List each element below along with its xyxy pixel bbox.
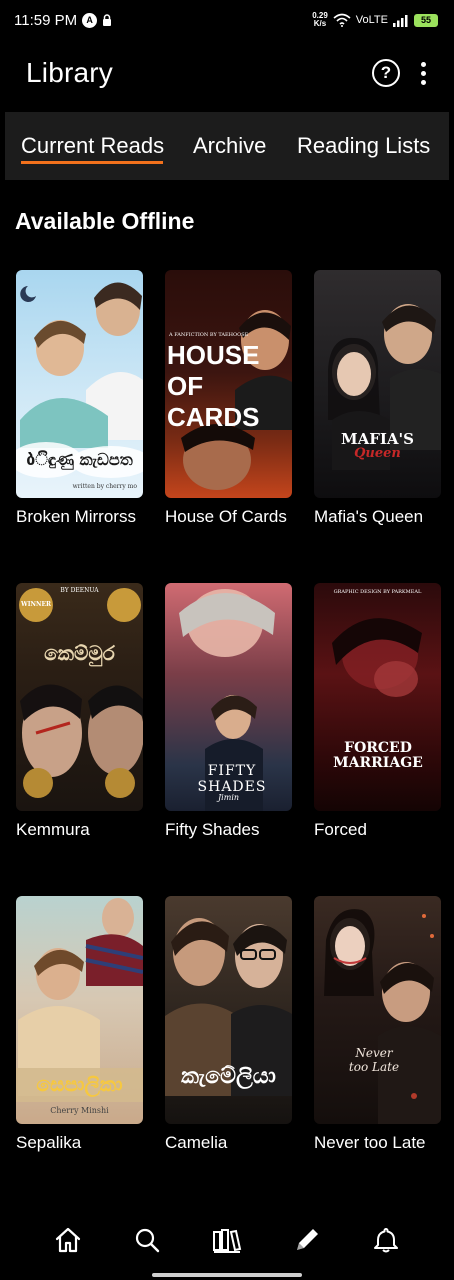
tab-reading-lists[interactable]: Reading Lists	[297, 112, 447, 180]
cover-art	[19, 588, 143, 798]
cover-caption: HOUSE OF CARDS	[167, 340, 260, 432]
a-notification-icon: A	[82, 12, 98, 28]
book-cover[interactable]: GRAPHIC DESIGN BY PARKMEAL FORCED MARRIA…	[314, 583, 441, 811]
book-title[interactable]: Never too Late	[314, 1133, 442, 1153]
status-left: 11:59 PM A	[14, 12, 112, 29]
book-title[interactable]: Sepalika	[16, 1133, 144, 1153]
bottom-nav	[0, 1210, 454, 1270]
cover-badge: WINNER	[20, 601, 52, 608]
book-title[interactable]: Fifty Shades	[165, 820, 293, 840]
cover-caption: FORCED MARRIAGE	[333, 740, 423, 771]
tab-archive[interactable]: Archive	[193, 112, 297, 180]
book-cover[interactable]: සෙපාලිකා Cherry Minshi	[16, 896, 143, 1124]
header-actions: ?	[372, 59, 428, 87]
cover-caption: ბිඳුණු කැඩපත	[26, 450, 133, 469]
cover-credit: GRAPHIC DESIGN BY PARKMEAL	[333, 589, 422, 595]
home-indicator[interactable]	[152, 1273, 302, 1277]
cover-caption: සෙපාලිකා	[36, 1072, 123, 1096]
signal-icon	[393, 14, 408, 27]
library-screen: 11:59 PM A 0.29 K/s VoLTE 55 Library ? C…	[0, 0, 454, 1280]
home-icon	[55, 1227, 80, 1253]
bell-icon	[374, 1228, 399, 1253]
cover-art	[324, 909, 441, 1124]
book-item[interactable]: GRAPHIC DESIGN BY PARKMEAL FORCED MARRIA…	[314, 583, 442, 840]
book-item[interactable]: ბිඳුණු කැඩපත written by cherry mo Broken…	[16, 270, 144, 527]
book-title[interactable]: Kemmura	[16, 820, 144, 840]
nav-write[interactable]	[287, 1220, 327, 1260]
book-cover[interactable]: ბිඳුණු කැඩපත written by cherry mo	[16, 270, 143, 498]
battery-icon: 55	[414, 13, 438, 27]
book-title[interactable]: House Of Cards	[165, 507, 293, 527]
app-header: Library ?	[0, 45, 454, 101]
book-item[interactable]: WINNER BY DEENUA කෙම්මුර Kemmura	[16, 583, 144, 840]
book-item[interactable]: Never too Late Never too Late	[314, 896, 442, 1153]
book-item[interactable]: MAFIA'S Queen Mafia's Queen	[314, 270, 442, 527]
help-icon[interactable]: ?	[372, 59, 400, 87]
cover-caption-2: Jimin	[217, 793, 240, 802]
book-cover[interactable]: WINNER BY DEENUA කෙම්මුර	[16, 583, 143, 811]
library-tabs: Current Reads Archive Reading Lists	[5, 112, 449, 180]
book-cover[interactable]: FIFTY SHADES Jimin	[165, 583, 292, 811]
cover-caption-2: Queen	[354, 446, 401, 461]
cover-art	[165, 918, 292, 1096]
book-item[interactable]: සෙපාලිකා Cherry Minshi Sepalika	[16, 896, 144, 1153]
section-title: Available Offline	[15, 208, 195, 234]
lock-icon	[103, 13, 112, 26]
book-item[interactable]: FIFTY SHADES Jimin Fifty Shades	[165, 583, 293, 840]
net-speed-unit: K/s	[313, 19, 327, 28]
status-time: 11:59 PM	[14, 11, 78, 29]
cover-caption: FIFTY SHADES	[197, 763, 267, 795]
search-icon	[136, 1228, 160, 1253]
more-options-icon[interactable]	[418, 61, 428, 85]
page-title: Library	[26, 57, 113, 88]
book-title[interactable]: Mafia's Queen	[314, 507, 442, 527]
net-speed: 0.29 K/s	[312, 12, 328, 28]
book-cover[interactable]: Never too Late	[314, 896, 441, 1124]
book-title[interactable]: Broken Mirrorss	[16, 507, 144, 527]
status-bar: 11:59 PM A 0.29 K/s VoLTE 55	[0, 0, 454, 40]
library-icon	[212, 1229, 242, 1253]
nav-search[interactable]	[127, 1220, 167, 1260]
cover-caption: කැමේලියා	[181, 1064, 276, 1089]
nav-home[interactable]	[48, 1220, 88, 1260]
book-item[interactable]: කැමේලියා Camelia	[165, 896, 293, 1153]
nav-notifications[interactable]	[366, 1220, 406, 1260]
book-item[interactable]: A FANFICTION BY TAEHOOSE HOUSE OF CARDS …	[165, 270, 293, 527]
book-title[interactable]: Camelia	[165, 1133, 293, 1153]
wifi-icon	[333, 13, 351, 27]
book-cover[interactable]: A FANFICTION BY TAEHOOSE HOUSE OF CARDS	[165, 270, 292, 498]
book-title[interactable]: Forced	[314, 820, 442, 840]
book-cover[interactable]: MAFIA'S Queen	[314, 270, 441, 498]
cover-credit: Cherry Minshi	[50, 1106, 109, 1115]
cover-credit: BY DEENUA	[60, 587, 99, 594]
tab-current-reads[interactable]: Current Reads	[21, 112, 193, 180]
network-label: VoLTE	[355, 14, 388, 26]
cover-credit: written by cherry mo	[72, 483, 137, 490]
status-right: 0.29 K/s VoLTE 55	[312, 12, 438, 28]
cover-art	[332, 618, 422, 697]
pencil-icon	[296, 1229, 318, 1250]
nav-library[interactable]	[207, 1220, 247, 1260]
book-cover[interactable]: කැමේලියා	[165, 896, 292, 1124]
cover-caption: කෙම්මුර	[44, 641, 115, 665]
cover-art	[328, 304, 441, 470]
cover-caption: Never too Late	[348, 1046, 400, 1074]
cover-credit: A FANFICTION BY TAEHOOSE	[169, 332, 249, 338]
